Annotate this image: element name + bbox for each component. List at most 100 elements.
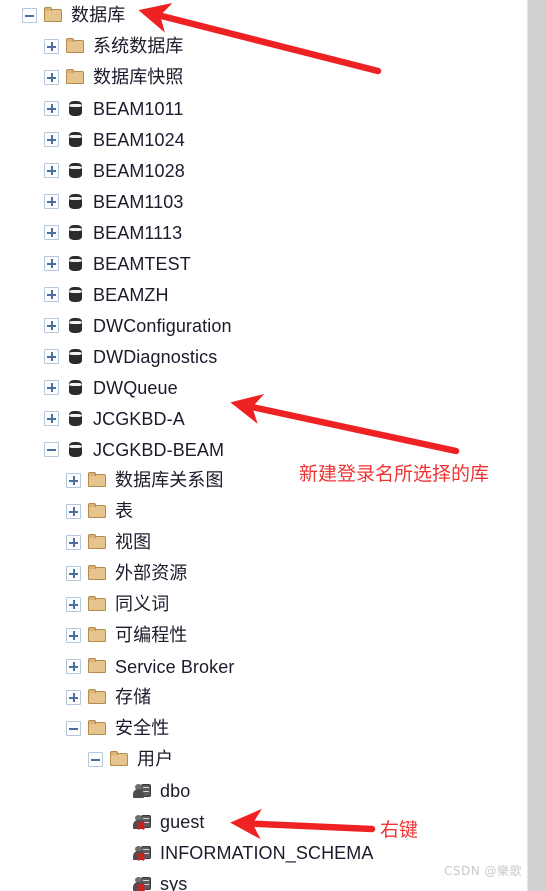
database-icon: [66, 131, 85, 148]
tree-node-label: BEAM1113: [93, 222, 183, 243]
tree-node-label: BEAM1011: [93, 98, 184, 119]
expand-node-icon[interactable]: [44, 163, 59, 178]
folder-icon: [88, 503, 107, 520]
tree-node[interactable]: 外部资源: [0, 558, 528, 589]
tree-node[interactable]: 存储: [0, 682, 528, 713]
tree-node[interactable]: DWDiagnostics: [0, 341, 528, 372]
tree-node[interactable]: 同义词: [0, 589, 528, 620]
folder-icon: [88, 565, 107, 582]
tree-node[interactable]: BEAM1024: [0, 124, 528, 155]
collapse-node-icon[interactable]: [44, 442, 59, 457]
folder-icon: [88, 596, 107, 613]
tree-node-label: 用户: [137, 748, 174, 770]
database-user-disabled-icon: ✖: [132, 844, 152, 863]
expand-node-icon[interactable]: [66, 504, 81, 519]
expand-node-icon[interactable]: [44, 132, 59, 147]
tree-node[interactable]: DWQueue: [0, 372, 528, 403]
tree-node[interactable]: BEAM1113: [0, 217, 528, 248]
database-icon: [66, 410, 85, 427]
folder-icon: [66, 69, 85, 86]
tree-node[interactable]: BEAM1011: [0, 93, 528, 124]
no-expander-spacer: [110, 783, 125, 798]
tree-node[interactable]: BEAM1028: [0, 155, 528, 186]
tree-node-label: 数据库快照: [93, 66, 184, 88]
expand-node-icon[interactable]: [66, 628, 81, 643]
tree-node[interactable]: Service Broker: [0, 651, 528, 682]
collapse-node-icon[interactable]: [22, 8, 37, 23]
folder-icon: [88, 627, 107, 644]
tree-node[interactable]: ✖ guest: [0, 806, 528, 837]
folder-icon: [88, 534, 107, 551]
tree-node-label: 数据库关系图: [115, 469, 224, 491]
expand-node-icon[interactable]: [66, 659, 81, 674]
expand-node-icon[interactable]: [44, 380, 59, 395]
expand-node-icon[interactable]: [66, 535, 81, 550]
tree-node-label: DWDiagnostics: [93, 346, 218, 367]
tree-node-label: BEAMTEST: [93, 253, 191, 274]
folder-icon: [88, 689, 107, 706]
tree-node[interactable]: 数据库快照: [0, 62, 528, 93]
expand-node-icon[interactable]: [66, 597, 81, 612]
tree-node-label: 同义词: [115, 593, 170, 615]
tree-node-label: 表: [115, 500, 134, 522]
database-icon: [66, 286, 85, 303]
folder-icon: [88, 720, 107, 737]
tree-node-label: 数据库: [71, 4, 126, 26]
collapse-node-icon[interactable]: [88, 752, 103, 767]
tree-node[interactable]: 数据库: [0, 0, 528, 31]
expand-node-icon[interactable]: [44, 318, 59, 333]
expand-node-icon[interactable]: [44, 39, 59, 54]
expand-node-icon[interactable]: [44, 194, 59, 209]
tree-node[interactable]: 用户: [0, 744, 528, 775]
tree-node[interactable]: 安全性: [0, 713, 528, 744]
folder-icon: [110, 751, 129, 768]
annotation-selected-database: 新建登录名所选择的库: [299, 463, 490, 485]
expand-node-icon[interactable]: [66, 566, 81, 581]
tree-node-label: BEAM1028: [93, 160, 185, 181]
tree-node[interactable]: JCGKBD-A: [0, 403, 528, 434]
tree-node-label: JCGKBD-A: [93, 408, 185, 429]
tree-node-label: BEAMZH: [93, 284, 169, 305]
tree-node[interactable]: 系统数据库: [0, 31, 528, 62]
database-user-disabled-icon: ✖: [132, 875, 152, 891]
expand-node-icon[interactable]: [44, 70, 59, 85]
object-explorer-tree[interactable]: 数据库系统数据库数据库快照 BEAM1011 BEAM1024 BEAM1028 BEA…: [0, 0, 528, 891]
database-icon: [66, 193, 85, 210]
folder-icon: [44, 7, 63, 24]
expand-node-icon[interactable]: [44, 287, 59, 302]
tree-node[interactable]: 表: [0, 496, 528, 527]
database-icon: [66, 162, 85, 179]
expand-node-icon[interactable]: [66, 473, 81, 488]
database-icon: [66, 348, 85, 365]
tree-node-label: DWQueue: [93, 377, 178, 398]
screenshot-root: 数据库系统数据库数据库快照 BEAM1011 BEAM1024 BEAM1028 BEA…: [0, 0, 546, 891]
tree-node[interactable]: 可编程性: [0, 620, 528, 651]
no-expander-spacer: [110, 845, 125, 860]
folder-icon: [66, 38, 85, 55]
expand-node-icon[interactable]: [44, 256, 59, 271]
tree-node-label: sys: [160, 873, 188, 891]
database-user-icon: ✖: [132, 782, 152, 800]
database-user-disabled-icon: ✖: [132, 813, 152, 832]
tree-node[interactable]: 视图: [0, 527, 528, 558]
no-expander-spacer: [110, 814, 125, 829]
expand-node-icon[interactable]: [44, 225, 59, 240]
expand-node-icon[interactable]: [44, 411, 59, 426]
tree-node[interactable]: ✖ dbo: [0, 775, 528, 806]
collapse-node-icon[interactable]: [66, 721, 81, 736]
tree-node[interactable]: DWConfiguration: [0, 310, 528, 341]
tree-node[interactable]: BEAM1103: [0, 186, 528, 217]
tree-node[interactable]: BEAMTEST: [0, 248, 528, 279]
database-icon: [66, 317, 85, 334]
no-expander-spacer: [110, 876, 125, 891]
database-icon: [66, 100, 85, 117]
folder-icon: [88, 658, 107, 675]
folder-icon: [88, 472, 107, 489]
expand-node-icon[interactable]: [66, 690, 81, 705]
tree-node-label: guest: [160, 811, 205, 832]
expand-node-icon[interactable]: [44, 101, 59, 116]
expand-node-icon[interactable]: [44, 349, 59, 364]
tree-node-label: BEAM1024: [93, 129, 185, 150]
tree-node-label: 可编程性: [115, 624, 188, 646]
tree-node[interactable]: BEAMZH: [0, 279, 528, 310]
